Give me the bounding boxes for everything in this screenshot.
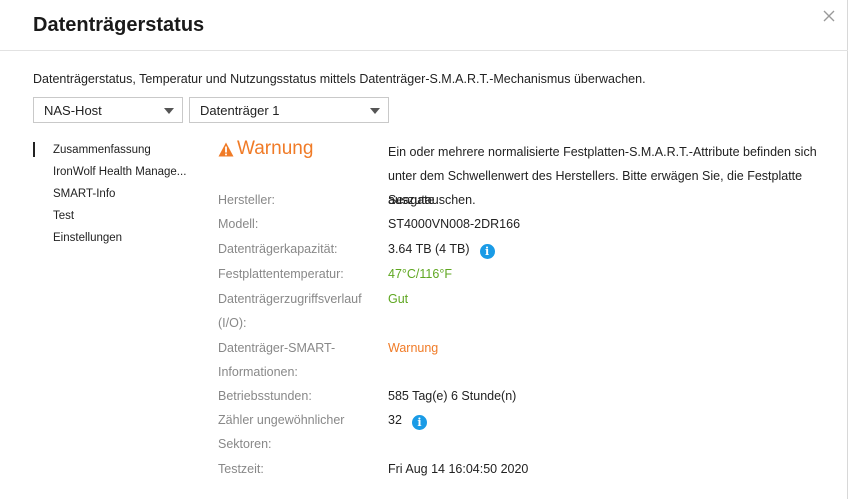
host-select-value: NAS-Host bbox=[44, 103, 102, 118]
field-value: Seagate bbox=[388, 193, 435, 207]
status-message: Ein oder mehrere normalisierte Festplatt… bbox=[388, 145, 817, 207]
field-value: Warnung bbox=[388, 341, 439, 355]
nav-item-test[interactable]: Test bbox=[33, 207, 193, 229]
chevron-down-icon bbox=[164, 108, 174, 114]
field-label: Zähler ungewöhnlicher Sektoren: bbox=[218, 413, 345, 451]
field-value-wrap: 32 i bbox=[388, 408, 427, 432]
status-heading: Warnung bbox=[218, 138, 313, 160]
nav-item-settings[interactable]: Einstellungen bbox=[33, 229, 193, 251]
field-label: Betriebsstunden: bbox=[218, 389, 312, 403]
host-select[interactable]: NAS-Host bbox=[33, 97, 183, 123]
status-label: Warnung bbox=[237, 138, 314, 159]
disk-status-dialog: Datenträgerstatus Datenträgerstatus, Tem… bbox=[0, 0, 848, 499]
nav-item-smart-info[interactable]: SMART-Info bbox=[33, 185, 193, 207]
nav-item-ironwolf-health[interactable]: IronWolf Health Manage... bbox=[33, 163, 193, 185]
chevron-down-icon bbox=[370, 108, 380, 114]
field-label: Festplattentemperatur: bbox=[218, 267, 344, 281]
field-label: Testzeit: bbox=[218, 462, 264, 476]
field-value: 32 bbox=[388, 413, 402, 427]
field-label: Datenträgerzugriffsverlauf (I/O): bbox=[218, 292, 362, 330]
dialog-title: Datenträgerstatus bbox=[33, 14, 205, 36]
disk-select-value: Datenträger 1 bbox=[200, 103, 280, 118]
side-nav: Zusammenfassung IronWolf Health Manage..… bbox=[33, 141, 193, 251]
close-icon[interactable] bbox=[820, 7, 838, 25]
field-value: Gut bbox=[388, 292, 409, 306]
info-icon[interactable]: i bbox=[479, 244, 495, 259]
field-value: 47°C/116°F bbox=[388, 267, 452, 281]
nav-item-summary[interactable]: Zusammenfassung bbox=[33, 141, 193, 163]
field-value: ST4000VN008-2DR166 bbox=[388, 217, 521, 231]
field-label: Hersteller: bbox=[218, 193, 275, 207]
field-value: Fri Aug 14 16:04:50 2020 bbox=[388, 462, 529, 476]
field-value-wrap: 3.64 TB (4 TB) i bbox=[388, 237, 495, 261]
field-value: 3.64 TB (4 TB) bbox=[388, 242, 470, 256]
field-label: Modell: bbox=[218, 217, 259, 231]
info-icon[interactable]: i bbox=[411, 415, 427, 430]
warning-icon bbox=[218, 142, 234, 157]
disk-select[interactable]: Datenträger 1 bbox=[189, 97, 389, 123]
field-label: Datenträger-SMART-Informationen: bbox=[218, 341, 336, 379]
title-bar: Datenträgerstatus bbox=[0, 0, 848, 51]
field-label: Datenträgerkapazität: bbox=[218, 242, 338, 256]
dialog-description: Datenträgerstatus, Temperatur und Nutzun… bbox=[33, 72, 646, 86]
field-value: 585 Tag(e) 6 Stunde(n) bbox=[388, 389, 517, 403]
